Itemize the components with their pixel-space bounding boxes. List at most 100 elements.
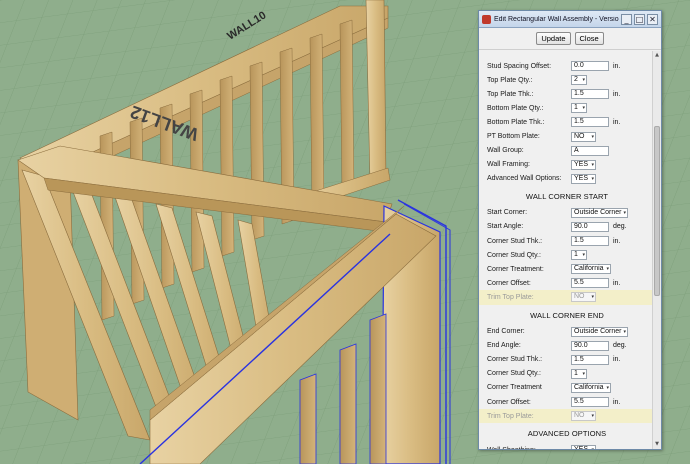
corner-stud-thk-input[interactable]: 1.5 (571, 236, 609, 247)
pt-bottom-plate-dropdown[interactable]: NO ▾ (571, 131, 596, 142)
app-icon (482, 14, 491, 24)
corner-treatment-dropdown[interactable]: California ▾ (571, 382, 611, 393)
wall-sheathing-selected-value: YES (574, 446, 588, 449)
chevron-down-icon: ▾ (591, 446, 594, 449)
end-corner-dropdown[interactable]: Outside Corner ▾ (571, 326, 628, 337)
wall-framing-dropdown[interactable]: YES ▾ (571, 159, 596, 170)
top-plate-qty-selected-value: 2 (574, 76, 578, 84)
section-heading-advanced: ADVANCED OPTIONS (527, 429, 607, 439)
dialog-title: Edit Rectangular Wall Assembly - Version… (494, 15, 619, 23)
wall-sheathing-dropdown[interactable]: YES▾ (571, 445, 596, 449)
chevron-down-icon: ▾ (606, 266, 609, 273)
top-plate-thk-input[interactable]: 1.5 (571, 89, 609, 100)
corner-treatment-label: Corner Treatment (487, 384, 542, 392)
options-list: Stud Spacing Offset: 0.0 in. Top Plate Qty.… (479, 59, 655, 449)
dialog-titlebar[interactable]: Edit Rectangular Wall Assembly - Version… (479, 11, 661, 28)
end-corner-selected-value: Outside Corner (574, 327, 622, 335)
chevron-down-icon: ▾ (591, 175, 594, 182)
bottom-plate-thk-input[interactable]: 1.5 (571, 117, 609, 128)
scroll-up-icon[interactable]: ▲ (653, 51, 661, 60)
end-angle-input[interactable]: 90.0 (571, 340, 609, 351)
corner-offset-label: Corner Offset: (487, 398, 531, 406)
scroll-down-icon[interactable]: ▼ (653, 440, 661, 449)
trim-top-plate-selected-value: NO (574, 412, 585, 420)
wall-group-label: Wall Group: (487, 147, 524, 155)
bottom-plate-qty-dropdown[interactable]: 1 ▾ (571, 103, 587, 114)
bottom-plate-qty-selected-value: 1 (574, 104, 578, 112)
trim-top-plate-selected-value: NO (574, 293, 585, 301)
wall-framing-selected-value: YES (574, 160, 589, 168)
start-corner-label: Start Corner: (487, 209, 528, 217)
top-plate-thk-unit: in. (613, 90, 621, 98)
corner-stud-qty-dropdown[interactable]: 1 ▾ (571, 250, 587, 261)
trim-top-plate-label: Trim Top Plate: (487, 412, 534, 420)
corner-treatment-selected-value: California (574, 265, 604, 273)
trim-top-plate-label: Trim Top Plate: (487, 293, 534, 301)
start-angle-input[interactable]: 90.0 (571, 221, 609, 232)
chevron-down-icon: ▾ (623, 209, 626, 216)
advanced-wall-options-dropdown[interactable]: YES ▾ (571, 173, 596, 184)
start-corner-row: Start Corner: Outside Corner ▾ (479, 206, 655, 220)
stud-spacing-offset-input[interactable]: 0.0 (571, 61, 609, 72)
corner-stud-thk-label: Corner Stud Thk.: (487, 237, 543, 245)
trim-top-plate-row: Trim Top Plate: NO ▾ (479, 409, 655, 424)
scrollbar-thumb[interactable] (654, 126, 660, 296)
wall-group-input[interactable]: A (571, 145, 609, 156)
pt-bottom-plate-row: PT Bottom Plate: NO ▾ (479, 129, 655, 143)
stud-spacing-offset-unit: in. (613, 62, 621, 70)
corner-stud-qty-row: Corner Stud Qty.: 1 ▾ (479, 248, 655, 262)
corner-treatment-selected-value: California (574, 383, 604, 391)
trim-top-plate-row: Trim Top Plate: NO ▾ (479, 290, 655, 305)
chevron-down-icon: ▾ (582, 370, 585, 377)
minimize-icon[interactable]: _ (621, 13, 632, 25)
chevron-down-icon: ▾ (582, 252, 585, 259)
corner-offset-input[interactable]: 5.5 (571, 278, 609, 289)
corner-stud-qty-label: Corner Stud Qty.: (487, 251, 541, 259)
corner-stud-qty-selected-value: 1 (574, 251, 578, 259)
start-corner-dropdown[interactable]: Outside Corner ▾ (571, 207, 628, 218)
options-panel[interactable]: Stud Spacing Offset: 0.0 in. Top Plate Qty.… (479, 51, 661, 449)
close-icon[interactable]: ✕ (647, 13, 658, 25)
end-angle-row: End Angle: 90.0 deg. (479, 339, 655, 353)
maximize-icon[interactable]: □ (634, 13, 645, 25)
wall-sheathing-row: Wall Sheathing:YES▾ (479, 443, 655, 449)
section-heading-corner-end: WALL CORNER END (530, 310, 604, 320)
update-button[interactable]: Update (536, 32, 571, 45)
corner-stud-thk-input[interactable]: 1.5 (571, 354, 609, 365)
edit-wall-dialog: Edit Rectangular Wall Assembly - Version… (478, 10, 662, 450)
corner-stud-qty-dropdown[interactable]: 1 ▾ (571, 368, 587, 379)
bottom-plate-thk-row: Bottom Plate Thk.: 1.5 in. (479, 115, 655, 129)
corner-offset-input[interactable]: 5.5 (571, 397, 609, 408)
close-button[interactable]: Close (574, 32, 604, 45)
pt-bottom-plate-label: PT Bottom Plate: (487, 133, 540, 141)
top-plate-qty-dropdown[interactable]: 2 ▾ (571, 75, 587, 86)
bottom-plate-thk-unit: in. (613, 118, 621, 126)
corner-offset-unit: in. (613, 279, 621, 287)
chevron-down-icon: ▾ (591, 133, 594, 140)
corner-offset-row: Corner Offset: 5.5 in. (479, 276, 655, 290)
start-corner-selected-value: Outside Corner (574, 208, 622, 216)
vertical-scrollbar[interactable]: ▲ ▼ (652, 51, 661, 449)
chevron-down-icon: ▾ (582, 77, 585, 84)
corner-treatment-row: Corner Treatment: California ▾ (479, 262, 655, 276)
end-angle-unit: deg. (613, 342, 627, 350)
end-angle-label: End Angle: (487, 342, 521, 350)
top-plate-qty-label: Top Plate Qty.: (487, 76, 533, 84)
advanced-wall-options-row: Advanced Wall Options: YES ▾ (479, 172, 655, 186)
trim-top-plate-dropdown: NO ▾ (571, 411, 596, 422)
corner-stud-thk-row: Corner Stud Thk.: 1.5 in. (479, 234, 655, 248)
corner-stud-qty-row: Corner Stud Qty.: 1 ▾ (479, 367, 655, 381)
stud-spacing-offset-label: Stud Spacing Offset: (487, 62, 552, 70)
chevron-down-icon: ▾ (582, 105, 585, 112)
advanced-wall-options-label: Advanced Wall Options: (487, 175, 562, 183)
corner-offset-row: Corner Offset: 5.5 in. (479, 395, 655, 409)
section-heading-corner-start: WALL CORNER START (525, 191, 609, 201)
top-plate-thk-label: Top Plate Thk.: (487, 90, 534, 98)
wall-framing-label: Wall Framing: (487, 161, 530, 169)
corner-stud-thk-unit: in. (613, 356, 621, 364)
corner-treatment-row: Corner Treatment California ▾ (479, 381, 655, 395)
wall-group-row: Wall Group: A (479, 144, 655, 158)
bottom-plate-qty-label: Bottom Plate Qty.: (487, 104, 544, 112)
corner-treatment-dropdown[interactable]: California ▾ (571, 264, 611, 275)
bottom-plate-thk-label: Bottom Plate Thk.: (487, 118, 545, 126)
